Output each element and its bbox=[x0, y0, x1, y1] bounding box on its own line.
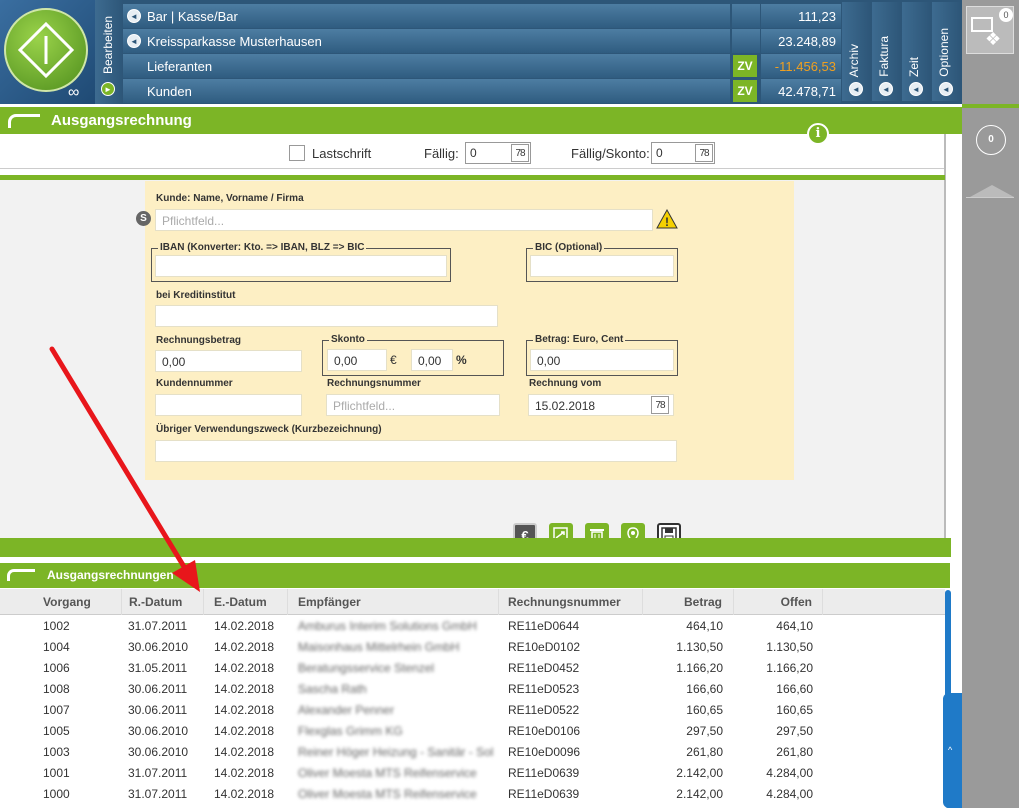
annotation-arrow bbox=[49, 346, 200, 592]
